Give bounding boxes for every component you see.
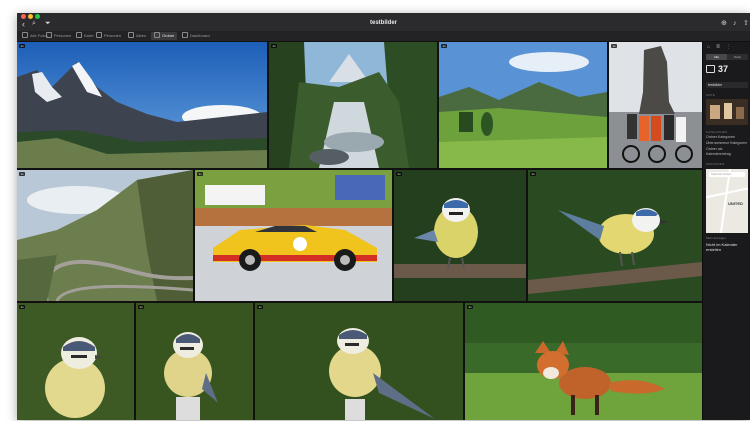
- dashboard-icon: [182, 32, 188, 38]
- map-city-label: UNITED: [728, 201, 743, 206]
- date-block: 37: [706, 64, 748, 74]
- places-header: Orte: [706, 93, 716, 97]
- tab-label: Personen: [104, 33, 122, 38]
- map-icon: [76, 32, 82, 38]
- app-window: ‹ ⌕ ⏷ testbilder ⊕ ♪ ⇧ Alle Fotos Person…: [17, 13, 750, 420]
- folder-icon: [154, 32, 160, 38]
- photo-badge: 1x: [19, 305, 25, 309]
- tab-people-2[interactable]: Personen: [93, 32, 124, 40]
- more-link[interactable]: Mehr anzeigen: [706, 236, 748, 240]
- photo-badge: 1x: [611, 44, 617, 48]
- album-icon: [128, 32, 134, 38]
- person-icon: [96, 32, 102, 38]
- window-title: testbilder: [369, 20, 397, 26]
- location-map[interactable]: Standort finden UNITED: [706, 169, 748, 233]
- photo-blue-tit-chick-2[interactable]: 1x: [136, 303, 253, 420]
- category-item[interactable]: Ordner-Kategorien: [706, 135, 748, 140]
- tab-folders[interactable]: Ordner: [151, 32, 178, 40]
- tab-bar: Alle Fotos Personen Karte Personen Alben…: [17, 31, 750, 42]
- share-icon[interactable]: ⇧: [743, 19, 749, 29]
- calendar-icon: [706, 65, 715, 73]
- photo-blue-tit-front[interactable]: 1x: [394, 170, 526, 301]
- category-item[interactable]: Übernommene Kategorien: [706, 141, 748, 146]
- photo-badge: 1x: [271, 44, 277, 48]
- photo-badge: 1x: [19, 44, 25, 48]
- photo-eiger-alps[interactable]: 1x: [17, 42, 267, 168]
- photo-badge: 1x: [257, 305, 263, 309]
- photo-badge: 1x: [138, 305, 144, 309]
- photo-blue-tit-chick-1[interactable]: 1x: [17, 303, 134, 420]
- photo-cyclists-monument[interactable]: 1x: [609, 42, 702, 168]
- date-number: 37: [718, 64, 729, 74]
- tag-icon[interactable]: ⌂: [707, 44, 710, 50]
- location-line: Nicht im Kalender erstellen: [706, 242, 738, 252]
- category-item[interactable]: Ordner als Kalendereintrag: [706, 147, 748, 157]
- photo-green-valley[interactable]: 1x: [439, 42, 607, 168]
- inspector-sidebar: ⌂ ≣ ⋮ Info Datei 37 testbilder Orte Kate…: [702, 42, 750, 420]
- preview-thumbnail[interactable]: [706, 99, 748, 125]
- photo-blue-tit-chick-3[interactable]: 1x: [255, 303, 463, 420]
- photo-blue-tit-side[interactable]: 1x: [528, 170, 702, 301]
- photo-yellow-rally-car[interactable]: 1x: [195, 170, 392, 301]
- map-search-field[interactable]: Standort finden: [709, 172, 745, 177]
- tab-label: Dashboard: [190, 33, 210, 38]
- layers-icon[interactable]: ≣: [716, 44, 720, 50]
- tab-dashboard[interactable]: Dashboard: [179, 32, 213, 40]
- more-icon[interactable]: ⋮: [726, 44, 731, 50]
- photo-mountain-stream[interactable]: 1x: [269, 42, 437, 168]
- photo-grid: 1x 1x 1x 1x 1x 1x 1x 1x 1x 1x 1x 1x: [17, 42, 702, 420]
- folder-name-field[interactable]: testbilder: [706, 82, 748, 88]
- inspector-segment-control: Info Datei: [706, 54, 748, 60]
- tab-people[interactable]: Personen: [43, 32, 74, 40]
- photo-badge: 1x: [197, 172, 203, 176]
- photo-badge: 1x: [467, 305, 473, 309]
- segment-info[interactable]: Info: [706, 54, 727, 60]
- tab-label: Alben: [136, 33, 147, 38]
- photo-red-fox[interactable]: 1x: [465, 303, 702, 420]
- bell-icon[interactable]: ♪: [733, 19, 737, 29]
- tab-label: Personen: [54, 33, 72, 38]
- photo-badge: 1x: [441, 44, 447, 48]
- people-header: Personen: [706, 162, 725, 166]
- photo-mountain-pass-road[interactable]: 1x: [17, 170, 193, 301]
- tab-albums[interactable]: Alben: [125, 32, 149, 40]
- categories-header: Kategorien: [706, 130, 728, 134]
- photo-badge: 1x: [396, 172, 402, 176]
- person-icon: [46, 32, 52, 38]
- add-icon[interactable]: ⊕: [721, 19, 727, 29]
- date-caption: [706, 76, 748, 80]
- photo-badge: 1x: [530, 172, 536, 176]
- photos-icon: [22, 32, 28, 38]
- tab-label: Ordner: [162, 33, 175, 38]
- segment-file[interactable]: Datei: [727, 54, 748, 60]
- title-bar: ‹ ⌕ ⏷ testbilder ⊕ ♪ ⇧: [17, 13, 750, 31]
- photo-badge: 1x: [19, 172, 25, 176]
- inspector-toolbar: ⌂ ≣ ⋮: [703, 42, 750, 52]
